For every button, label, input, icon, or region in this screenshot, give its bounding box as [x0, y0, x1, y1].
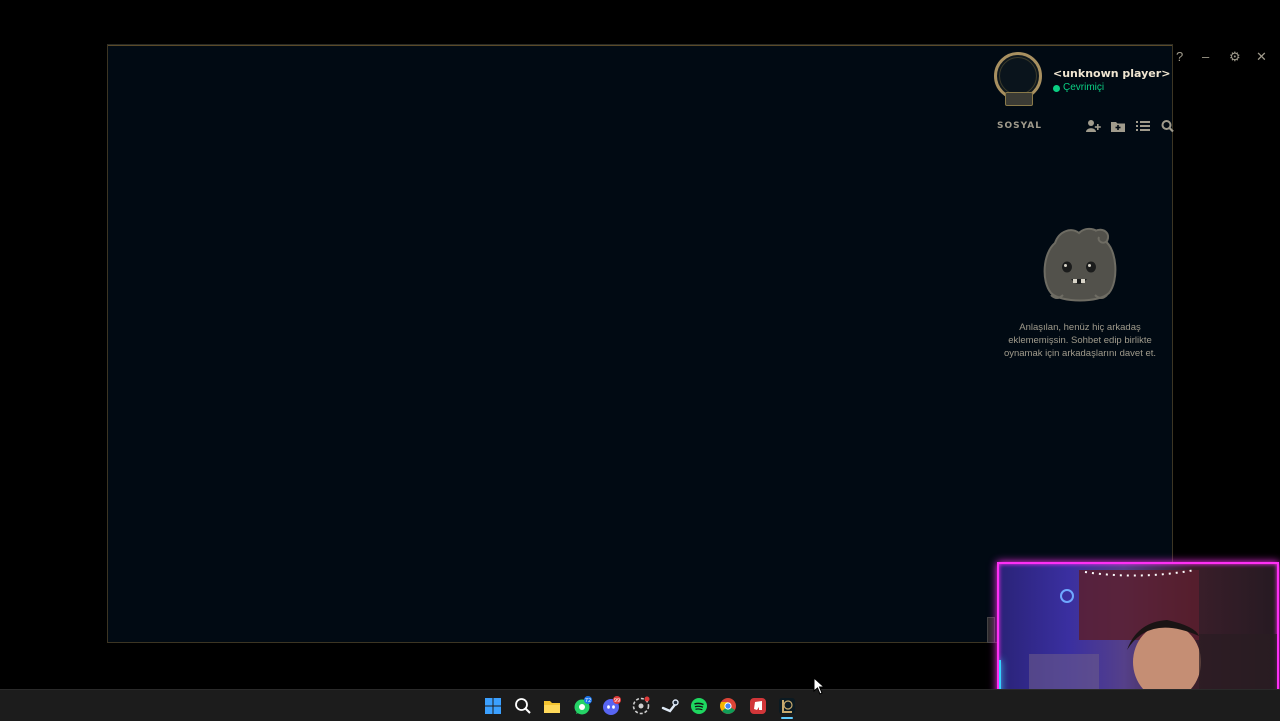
- help-button[interactable]: ?: [1176, 50, 1183, 64]
- list-view-icon[interactable]: [1135, 119, 1151, 133]
- search-icon[interactable]: [513, 696, 533, 716]
- empty-friends-message: Anlaşılan, henüz hiç arkadaş eklememişsi…: [1003, 322, 1157, 359]
- minimize-button[interactable]: –: [1202, 50, 1209, 64]
- add-folder-icon[interactable]: [1110, 119, 1126, 133]
- window-edge-handle: [987, 617, 995, 643]
- whatsapp-badge: 72: [585, 698, 591, 704]
- chrome-icon[interactable]: [718, 696, 738, 716]
- league-client-window: ? – ⚙ ✕ <unknown player> Çevrimiçi SOSYA…: [107, 44, 1267, 643]
- social-title: SOSYAL: [997, 121, 1042, 131]
- online-status-label[interactable]: Çevrimiçi: [1063, 82, 1104, 93]
- close-button[interactable]: ✕: [1256, 50, 1267, 64]
- riot-client-icon[interactable]: [748, 696, 768, 716]
- overwolf-icon[interactable]: [631, 696, 651, 716]
- spotify-icon[interactable]: [689, 696, 709, 716]
- social-panel: ? – ⚙ ✕ <unknown player> Çevrimiçi SOSYA…: [988, 45, 1267, 642]
- windows-start-icon[interactable]: [483, 696, 503, 716]
- discord-badge: 99: [614, 698, 620, 704]
- profile-level-badge: [1005, 92, 1033, 106]
- steam-icon[interactable]: [660, 696, 680, 716]
- active-app-indicator: [781, 717, 793, 719]
- discord-icon[interactable]: 99: [601, 696, 621, 716]
- windows-taskbar: 72 99: [0, 689, 1280, 721]
- league-of-legends-icon[interactable]: [777, 696, 797, 716]
- search-icon[interactable]: [1160, 119, 1176, 133]
- add-friend-icon[interactable]: [1085, 119, 1101, 133]
- player-name[interactable]: <unknown player>: [1053, 67, 1170, 80]
- online-status-icon: [1053, 85, 1060, 92]
- file-explorer-icon[interactable]: [542, 696, 562, 716]
- mouse-cursor-icon: [813, 677, 825, 695]
- empty-friends-poro-icon: [1037, 223, 1121, 305]
- settings-button[interactable]: ⚙: [1229, 50, 1241, 64]
- whatsapp-icon[interactable]: 72: [572, 696, 592, 716]
